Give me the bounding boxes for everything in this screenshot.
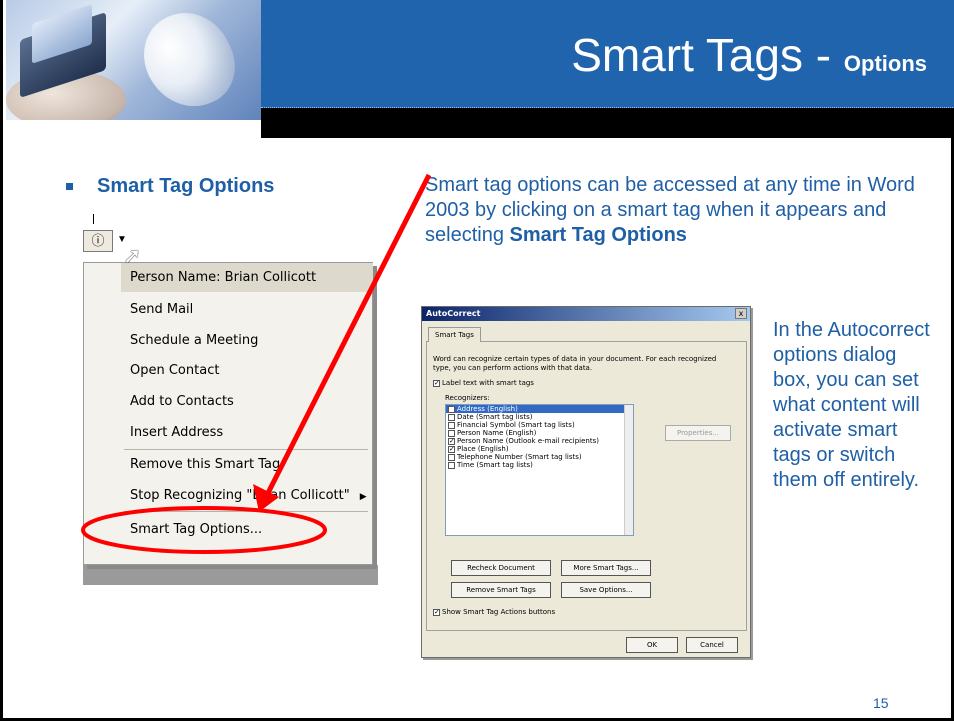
checkbox-icon[interactable] [448,453,455,461]
menu-item-send-mail[interactable]: Send Mail [130,302,193,317]
list-scrollbar[interactable] [624,405,633,535]
text-cursor [93,214,94,224]
recheck-document-button[interactable]: Recheck Document [451,560,551,576]
list-item-label: Date (Smart tag lists) [457,413,533,421]
label-smart-tags-checkbox[interactable]: ✓ Label text with smart tags [433,379,534,388]
bullet-square-icon [66,183,73,190]
remove-smart-tags-button[interactable]: Remove Smart Tags [451,582,551,598]
header-band: Smart Tags - Options [261,0,954,108]
close-icon[interactable]: x [735,308,747,319]
properties-button[interactable]: Properties... [665,425,731,441]
menu-item-person-name[interactable]: Person Name: Brian Collicott [121,263,373,292]
smart-tag-button[interactable]: ⓘ [83,230,113,252]
description-paragraph: Smart tag options can be accessed at any… [425,173,925,248]
list-item-label: Telephone Number (Smart tag lists) [457,453,582,461]
checkbox-checked-icon[interactable]: ✓ [448,445,455,453]
list-item[interactable]: ✓ Address (English) [446,405,633,413]
list-item-label: Financial Symbol (Smart tag lists) [457,421,575,429]
list-item[interactable]: ✓ Place (English) [446,445,633,453]
menu-item-stop-recognizing[interactable]: Stop Recognizing "Brian Collicott" ▶ [130,488,367,503]
checkbox-icon[interactable] [448,429,455,437]
checkbox-checked-icon[interactable]: ✓ [448,405,455,413]
autocorrect-dialog: AutoCorrect x Word can recognize certain… [421,306,751,658]
list-item-label: Person Name (Outlook e-mail recipients) [457,437,599,445]
mouse-pointer-icon: ➚ [123,243,142,268]
checkbox-icon[interactable] [448,413,455,421]
save-options-button[interactable]: Save Options... [561,582,651,598]
header: Smart Tags - Options [3,0,954,140]
list-item[interactable]: Time (Smart tag lists) [446,461,633,469]
menu-item-smart-tag-options[interactable]: Smart Tag Options... [130,522,262,537]
menu-gutter [84,263,121,564]
checkbox-icon[interactable] [448,461,455,469]
list-item-label: Person Name (English) [457,429,537,437]
menu-separator [124,511,368,512]
list-item[interactable]: Person Name (English) [446,429,633,437]
list-item-label: Place (English) [457,445,509,453]
side-paragraph: In the Autocorrect options dialog box, y… [773,319,930,491]
show-actions-checkbox[interactable]: ✓ Show Smart Tag Actions buttons [433,608,555,617]
menu-item-remove-smart-tag[interactable]: Remove this Smart Tag [130,457,280,472]
list-item[interactable]: Telephone Number (Smart tag lists) [446,453,633,461]
list-item[interactable]: Financial Symbol (Smart tag lists) [446,421,633,429]
ok-button[interactable]: OK [626,637,678,653]
page-title: Smart Tags - Options [571,28,927,82]
submenu-arrow-icon: ▶ [359,492,367,502]
menu-item-insert-address[interactable]: Insert Address [130,425,223,440]
menu-shadow [83,565,378,585]
menu-item-open-contact[interactable]: Open Contact [130,363,219,378]
dialog-intro: Word can recognize certain types of data… [433,355,717,372]
header-black-bar [261,108,954,138]
cancel-button[interactable]: Cancel [686,637,738,653]
list-item-label: Time (Smart tag lists) [457,461,533,469]
mouse-image [129,0,249,120]
slide: Smart Tags - Options Smart Tag Options S… [0,0,954,721]
checkbox-checked-icon[interactable]: ✓ [448,437,455,445]
page-number: 15 [873,695,889,711]
info-icon: ⓘ [91,233,105,248]
dialog-panel: Word can recognize certain types of data… [426,341,747,631]
list-item[interactable]: ✓ Person Name (Outlook e-mail recipients) [446,437,633,445]
checkbox-checked-icon: ✓ [433,378,440,387]
smart-tag-context-menu: Person Name: Brian Collicott Send Mail S… [83,262,373,565]
page-title-main: Smart Tags - [571,29,844,81]
label-smart-tags-text: Label text with smart tags [442,379,534,387]
stop-recognizing-label: Stop Recognizing "Brian Collicott" [130,488,350,503]
recognizers-label: Recognizers: [445,394,490,402]
page-title-sub: Options [843,51,927,76]
list-item[interactable]: Date (Smart tag lists) [446,413,633,421]
dialog-title: AutoCorrect [422,307,750,321]
description-bold: Smart Tag Options [509,224,687,246]
checkbox-checked-icon: ✓ [433,607,440,616]
header-photo [6,0,261,120]
menu-separator [124,449,368,450]
bullet-heading: Smart Tag Options [97,175,275,197]
recognizers-list[interactable]: ✓ Address (English) Date (Smart tag lists… [445,404,634,536]
show-actions-label: Show Smart Tag Actions buttons [442,608,556,616]
tab-smart-tags[interactable]: Smart Tags [428,327,481,342]
more-smart-tags-button[interactable]: More Smart Tags... [561,560,651,576]
checkbox-icon[interactable] [448,421,455,429]
menu-item-schedule-meeting[interactable]: Schedule a Meeting [130,333,258,348]
list-item-label: Address (English) [457,405,518,413]
menu-item-add-to-contacts[interactable]: Add to Contacts [130,394,234,409]
